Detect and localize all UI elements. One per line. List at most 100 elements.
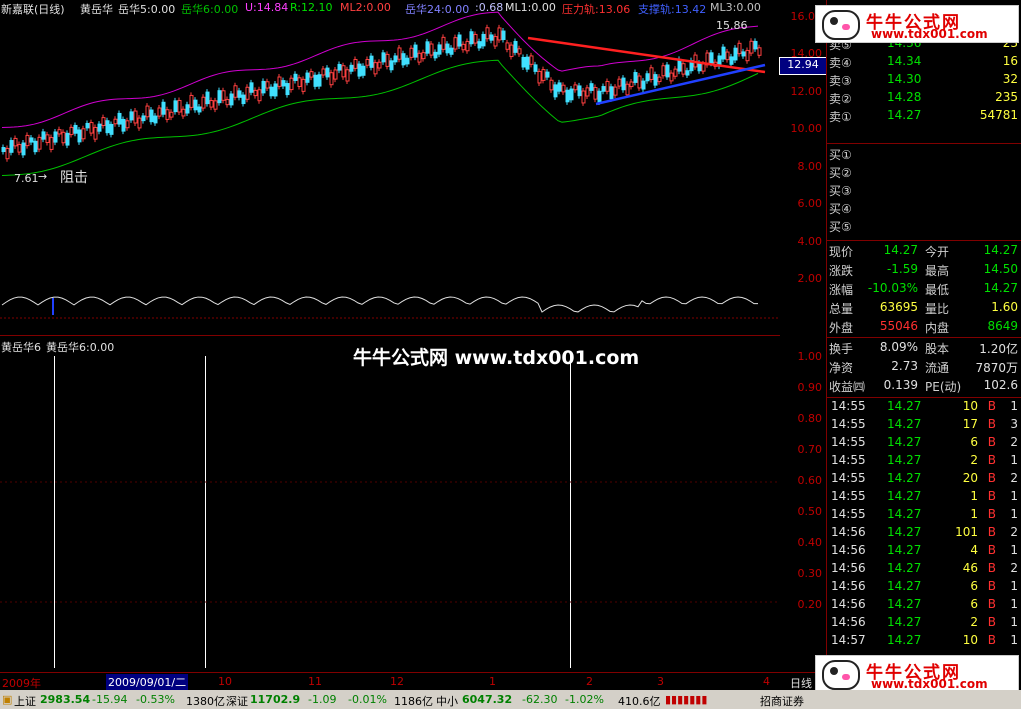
candle-body: [385, 53, 390, 67]
tick-time: 14:55: [831, 471, 866, 485]
candle-body: [301, 78, 306, 92]
sell-price: 14.27: [887, 108, 922, 122]
candle-body: [441, 36, 446, 50]
tick-count: 1: [1010, 597, 1018, 611]
tick-direction: B: [987, 489, 996, 503]
tick-count: 1: [1010, 615, 1018, 629]
candle-body: [749, 40, 754, 54]
tick-volume: 1: [970, 507, 978, 521]
xaxis-label: 2: [586, 675, 593, 688]
cow-icon: [822, 10, 860, 40]
candle-body: [477, 41, 482, 49]
candle-body: [465, 40, 470, 52]
candle-body: [509, 44, 514, 58]
quote-row: 涨幅 -10.03% 最低 14.27: [827, 280, 1021, 298]
quote-row: 14:56 14.27 46 B 2: [827, 560, 1021, 578]
candle-body: [141, 115, 146, 122]
candle-body: [9, 140, 14, 153]
candle-body: [85, 122, 90, 129]
indicator-tick: 0.80: [797, 412, 823, 425]
sell-price: 14.34: [887, 54, 922, 68]
indicator-tick: 0.70: [797, 443, 823, 456]
candle-body: [49, 137, 54, 150]
quote-row: 14:55 14.27 17 B 3: [827, 416, 1021, 434]
low-annotation-text: 阻击: [60, 170, 88, 186]
tick-count: 2: [1010, 435, 1018, 449]
tick-volume: 2: [970, 615, 978, 629]
candle-body: [133, 110, 138, 124]
fund-value: 0.139: [883, 378, 918, 392]
candle-body: [105, 120, 110, 134]
candle-body: [273, 83, 278, 97]
quote-label: 最低: [925, 283, 950, 297]
fund-value: 8.09%: [879, 340, 918, 354]
date-axis: 2009年 2009/09/01/二 10 11 12 1 2 3 4 日线: [0, 672, 826, 691]
candle-body: [501, 30, 506, 41]
candle-body: [97, 123, 102, 132]
candle-body: [525, 56, 530, 70]
candle-body: [77, 129, 82, 143]
candle-body: [229, 93, 234, 106]
tick-direction: B: [987, 417, 996, 431]
candle-body: [625, 83, 630, 96]
candle-body: [253, 89, 258, 97]
candle-body: [177, 99, 182, 113]
quote-row: 买⑤: [827, 217, 1021, 235]
tick-time: 14:55: [831, 417, 866, 431]
watermark-text: 牛牛公式网 www.tdx001.com: [353, 347, 640, 369]
tick-volume: 20: [962, 471, 978, 485]
candle-body: [397, 47, 402, 60]
candle-body: [653, 74, 658, 86]
candle-body: [649, 67, 654, 80]
quote-row: 涨跌 -1.59 最高 14.50: [827, 261, 1021, 279]
candle-body: [221, 90, 226, 101]
candle-body: [69, 126, 74, 136]
candle-body: [549, 79, 554, 91]
buy-level-label: 买①: [829, 148, 852, 162]
candle-body: [101, 117, 106, 127]
candle-body: [317, 74, 322, 87]
candle-body: [149, 109, 154, 123]
candle-body: [405, 57, 410, 65]
tick-time: 14:56: [831, 579, 866, 593]
quote-value: -1.59: [886, 262, 918, 276]
candle-body: [673, 68, 678, 77]
candle-body: [545, 71, 550, 78]
chart-area[interactable]: 新嘉联(日线) 黄岳华 岳华5:0.00 岳华6:0.00 U:14.84 R:…: [0, 0, 780, 690]
xaxis-label: 11: [308, 675, 322, 688]
candle-body: [169, 111, 174, 118]
tick-count: 1: [1010, 489, 1018, 503]
candle-body: [521, 56, 526, 68]
candle-body: [337, 64, 342, 71]
candle-body: [629, 81, 634, 88]
candle-body: [341, 65, 346, 78]
broker-name: 招商证券: [760, 695, 804, 708]
upper-band-line: [1, 11, 759, 129]
candle-body: [617, 78, 622, 87]
tick-time: 14:57: [831, 633, 866, 647]
candle-body: [201, 96, 206, 109]
candle-body: [601, 86, 606, 92]
candle-body: [161, 101, 166, 115]
candle-body: [409, 47, 414, 58]
candle-body: [313, 74, 318, 87]
candle-body: [33, 140, 38, 153]
tick-count: 1: [1010, 579, 1018, 593]
quote-row: 14:56 14.27 6 B 1: [827, 596, 1021, 614]
candle-body: [277, 76, 282, 87]
candle-body: [45, 134, 50, 144]
tick-time: 14:56: [831, 561, 866, 575]
tick-count: 1: [1010, 453, 1018, 467]
tick-direction: B: [987, 561, 996, 575]
tick-volume: 1: [970, 489, 978, 503]
candle-body: [73, 124, 78, 134]
candle-body: [357, 63, 362, 77]
fund-value: 1.20亿: [979, 342, 1018, 356]
candle-body: [729, 56, 734, 65]
status-bar: ▣ 上证 2983.54 -15.94 -0.53% 1380亿 深证 1170…: [0, 690, 1021, 709]
tick-time: 14:55: [831, 453, 866, 467]
tick-direction: B: [987, 579, 996, 593]
period-label[interactable]: 日线: [790, 675, 812, 691]
candle-body: [293, 73, 298, 81]
indicator-tick: 0.30: [797, 567, 823, 580]
